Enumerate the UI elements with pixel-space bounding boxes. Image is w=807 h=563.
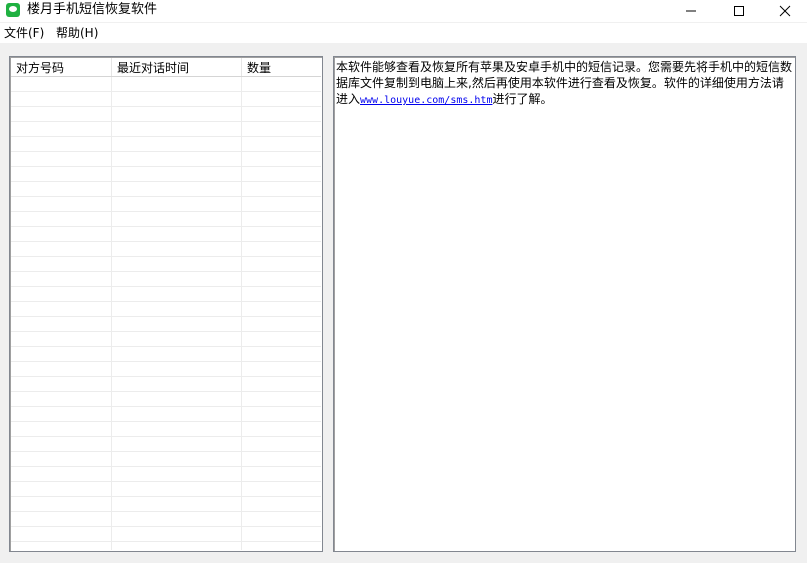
menu-bar: 文件(F) 帮助(H): [0, 23, 807, 43]
help-link[interactable]: www.louyue.com/sms.htm: [360, 95, 492, 106]
maximize-icon: [734, 6, 744, 16]
column-header-number[interactable]: 对方号码: [11, 58, 112, 76]
title-bar: 楼月手机短信恢复软件: [0, 0, 807, 22]
column-divider: [241, 77, 242, 550]
list-gridlines: [11, 77, 321, 550]
minimize-icon: [686, 10, 696, 12]
column-header-count[interactable]: 数量: [242, 58, 322, 76]
window-title: 楼月手机短信恢复软件: [27, 2, 158, 17]
chat-bubble-icon: [6, 3, 20, 17]
info-panel[interactable]: 本软件能够查看及恢复所有苹果及安卓手机中的短信记录。您需要先将手机中的短信数据库…: [333, 56, 796, 552]
info-text-end: 进行了解。: [492, 92, 553, 106]
close-button[interactable]: [762, 0, 807, 22]
column-header-last-time[interactable]: 最近对话时间: [112, 58, 242, 76]
maximize-button[interactable]: [716, 0, 762, 22]
info-text: 本软件能够查看及恢复所有苹果及安卓手机中的短信记录。您需要先将手机中的短信数据库…: [336, 59, 793, 109]
close-icon: [779, 5, 791, 17]
menu-help[interactable]: 帮助(H): [56, 25, 98, 41]
list-header: 对方号码 最近对话时间 数量: [11, 58, 321, 77]
column-divider: [111, 77, 112, 550]
conversation-list[interactable]: 对方号码 最近对话时间 数量: [9, 56, 323, 552]
minimize-button[interactable]: [668, 0, 714, 22]
menu-file[interactable]: 文件(F): [4, 25, 44, 41]
